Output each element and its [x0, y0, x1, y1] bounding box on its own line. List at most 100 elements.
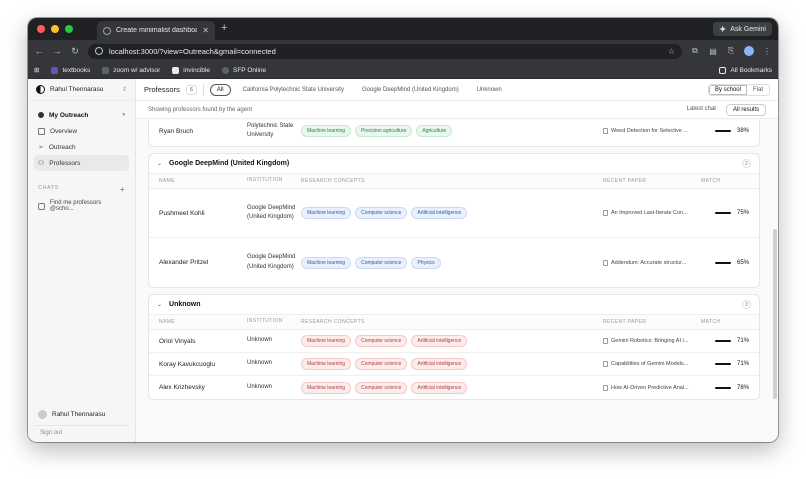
match-score: 75%: [701, 210, 759, 216]
back-icon[interactable]: ←: [34, 46, 44, 56]
recent-paper[interactable]: An Improved Last-Iterate Con...: [603, 210, 701, 216]
menu-kebab-icon[interactable]: ⋮: [762, 47, 772, 56]
chevron-down-icon[interactable]: ⌄: [157, 301, 162, 308]
table-row[interactable]: Oriol Vinyals Unknown Machine learning C…: [149, 330, 759, 353]
match-bar: [714, 340, 731, 342]
send-icon: ➢: [38, 144, 44, 151]
user-menu[interactable]: Rahul Thennarasu: [34, 406, 129, 422]
sign-out-link[interactable]: Sign out: [34, 425, 129, 438]
filter-cal-poly[interactable]: California Polytechnic State University: [237, 85, 350, 95]
sidebar-item-overview[interactable]: Overview: [34, 123, 129, 139]
recent-paper[interactable]: How AI-Driven Predictive Anal...: [603, 384, 701, 391]
apps-icon[interactable]: ⊞: [34, 66, 39, 74]
view-flat[interactable]: Flat: [747, 85, 769, 95]
profile-avatar[interactable]: [744, 46, 754, 56]
address-bar[interactable]: localhost:3000/?view=Outreach&gmail=conn…: [88, 43, 682, 59]
site-info-icon[interactable]: [95, 47, 103, 55]
results-subheader: Showing professors found by the agent La…: [136, 101, 778, 119]
concept-list: Machine learning Computer science Artifi…: [301, 207, 603, 219]
filter-all[interactable]: All: [209, 83, 231, 96]
chevron-down-icon: ▾: [122, 112, 125, 118]
table-row[interactable]: Pushmeet Kohli Google DeepMind (United K…: [149, 189, 759, 238]
match-bar: [714, 363, 731, 365]
account-switcher[interactable]: Rahul Thennarasu ⇕: [28, 79, 135, 101]
close-window-button[interactable]: [37, 25, 45, 33]
filter-unknown[interactable]: Unknown: [471, 85, 508, 95]
view-by-school[interactable]: By school: [708, 84, 747, 95]
concept-list: Machine learning Computer science Artifi…: [301, 358, 603, 370]
main-content: Professors 6 All California Polytechnic …: [136, 79, 778, 442]
chevron-down-icon[interactable]: ⌄: [157, 160, 162, 167]
sidebar-footer: Rahul Thennarasu Sign out: [28, 406, 135, 438]
chats-header: CHATS +: [38, 185, 125, 194]
group-card-deepmind: ⌄ Google DeepMind (United Kingdom) 2 NAM…: [148, 153, 760, 288]
professor-name: Alexander Pritzel: [159, 259, 209, 266]
concept-pill: Machine learning: [301, 256, 352, 269]
concept-pill: Artificial intelligence: [411, 381, 468, 394]
scrollbar-thumb[interactable]: [773, 229, 777, 399]
concept-pill: Computer science: [355, 207, 408, 219]
latest-chat-tab[interactable]: Latest chat: [681, 104, 722, 116]
sidebar-item-professors[interactable]: ⚇ Professors: [34, 155, 129, 171]
workspace-item[interactable]: My Outreach ▾: [34, 107, 129, 123]
new-chat-button[interactable]: +: [120, 185, 125, 194]
table-row[interactable]: Alexander Pritzel Google DeepMind (Unite…: [149, 238, 759, 287]
logo-icon: [36, 85, 45, 94]
concept-pill: Machine learning: [301, 381, 352, 394]
bookmark-textbooks[interactable]: textbooks: [51, 66, 90, 74]
browser-tab[interactable]: Create minimalist dashboard ✕: [97, 21, 215, 40]
ask-gemini-label: Ask Gemini: [730, 25, 766, 33]
group-header[interactable]: ⌄ Google DeepMind (United Kingdom) 2: [149, 154, 759, 174]
group-card-unknown: ⌄ Unknown 3 NAME INSTITUTION RESEARCH CO…: [148, 294, 760, 400]
results-scroll-area[interactable]: Ryan Bruch Polytechnic State University …: [136, 120, 772, 442]
sidebar-item-outreach[interactable]: ➢ Outreach: [34, 139, 129, 155]
url-text[interactable]: localhost:3000/?view=Outreach&gmail=conn…: [109, 47, 662, 56]
close-tab-icon[interactable]: ✕: [202, 26, 209, 35]
concept-pill: Machine learning: [301, 335, 352, 347]
table-row[interactable]: Alex Krizhevsky Unknown Machine learning…: [149, 376, 759, 399]
reload-icon[interactable]: ↻: [70, 46, 80, 57]
bookmark-sfp[interactable]: SFP Online: [222, 66, 266, 74]
bookmarks-bar: ⊞ textbooks zoom w/ advisor invincible S…: [28, 62, 778, 79]
recent-paper[interactable]: Gemini Robotics: Bringing AI i...: [603, 338, 701, 344]
ask-gemini-button[interactable]: Ask Gemini: [713, 22, 772, 36]
institution: Polytechnic State University: [247, 122, 294, 139]
filter-deepmind[interactable]: Google DeepMind (United Kingdom): [356, 85, 465, 95]
forward-icon[interactable]: →: [52, 46, 62, 56]
maximize-window-button[interactable]: [65, 25, 73, 33]
reading-list-icon[interactable]: ▤: [708, 47, 718, 56]
match-bar: [714, 212, 731, 214]
all-bookmarks[interactable]: All Bookmarks: [719, 66, 772, 74]
concept-pill: Artificial intelligence: [411, 358, 468, 370]
professor-name: Oriol Vinyals: [159, 337, 196, 345]
grid-icon: [38, 127, 45, 135]
group-header[interactable]: ⌄ Unknown 3: [149, 295, 759, 315]
institution: Unknown: [247, 383, 273, 390]
document-icon: [603, 259, 608, 266]
group-name: Unknown: [169, 301, 201, 308]
concept-pill: Computer science: [355, 358, 408, 370]
extensions-icon[interactable]: ⧉: [690, 46, 700, 56]
recent-paper[interactable]: Capabilities of Gemini Models...: [603, 361, 701, 367]
avatar: [38, 409, 47, 419]
bookmark-zoom[interactable]: zoom w/ advisor: [102, 66, 160, 74]
chevron-updown-icon: ⇕: [121, 87, 127, 93]
minimize-window-button[interactable]: [51, 25, 59, 33]
folder-icon: [719, 66, 727, 74]
new-tab-button[interactable]: +: [221, 22, 227, 34]
professor-name: Ryan Bruch: [159, 127, 193, 135]
recent-paper[interactable]: Weed Detection for Selective ...: [603, 128, 701, 134]
chat-icon: [38, 202, 45, 210]
all-results-tab[interactable]: All results: [725, 103, 766, 116]
bookmark-invincible[interactable]: invincible: [172, 66, 210, 74]
table-row[interactable]: Koray Kavukcuoglu Unknown Machine learni…: [149, 353, 759, 376]
cast-icon[interactable]: ⎘: [726, 46, 736, 56]
concept-pill: Agriculture: [416, 125, 453, 137]
recent-paper[interactable]: Addendum: Accurate structur...: [603, 259, 701, 266]
chat-item[interactable]: Find me professors @scho...: [34, 198, 129, 214]
concept-pill: Physics: [411, 256, 441, 269]
match-score: 71%: [701, 338, 759, 344]
document-icon: [603, 210, 608, 216]
bookmark-star-icon[interactable]: ☆: [668, 47, 675, 56]
table-row[interactable]: Ryan Bruch Polytechnic State University …: [149, 120, 759, 146]
